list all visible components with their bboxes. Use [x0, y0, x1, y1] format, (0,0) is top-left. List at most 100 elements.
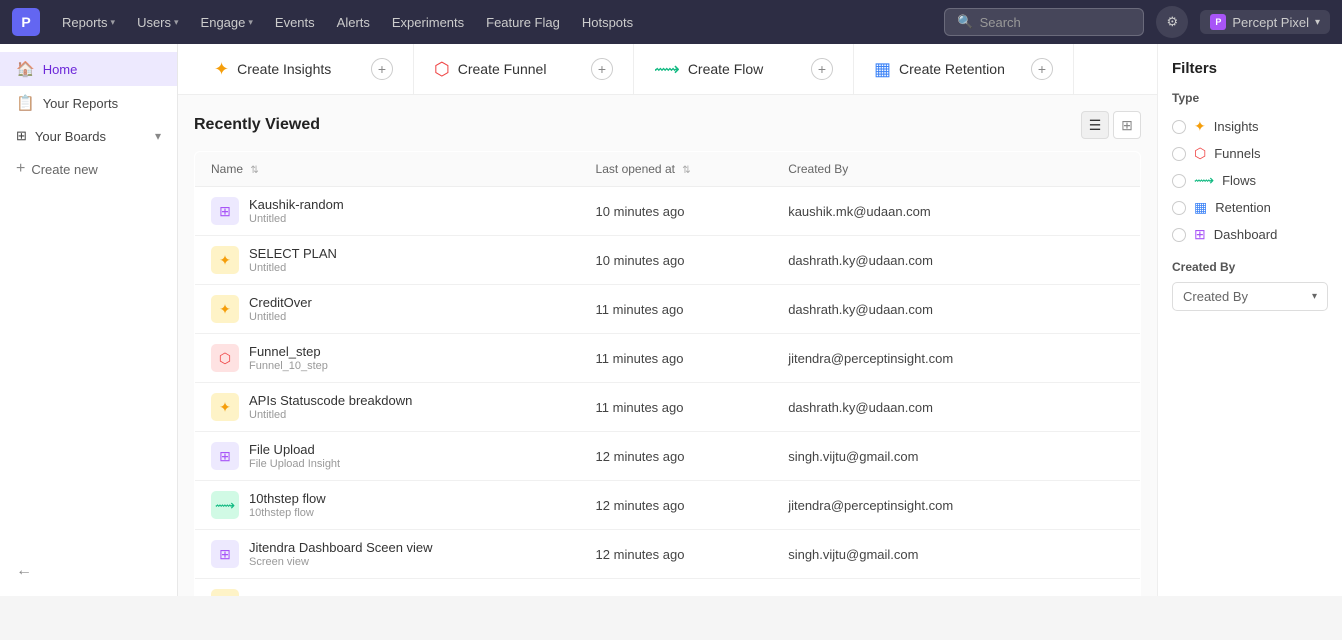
filter-type-dashboard[interactable]: ⊞ Dashboard [1172, 221, 1328, 248]
row-sub-name: Screen view [249, 556, 433, 568]
filter-type-insights[interactable]: ✦ Insights [1172, 113, 1328, 140]
row-sub-name: Untitled [249, 409, 412, 421]
nav-item-feature flag[interactable]: Feature Flag [476, 9, 570, 36]
row-name-cell: ✦ SELECT PLAN Untitled [211, 246, 564, 274]
row-last-opened: 11 minutes ago [580, 383, 773, 432]
create-insights-label: Create Insights [237, 61, 331, 77]
filters-panel: Filters Type ✦ Insights ⬡ Funnels ⟿ Flow… [1157, 44, 1342, 596]
list-view-toggle[interactable]: ☰ [1081, 111, 1109, 139]
table-row[interactable]: ⊞ Jitendra Dashboard Sceen view Screen v… [195, 530, 1141, 579]
create-flow-button[interactable]: ⟿ Create Flow + [634, 44, 854, 94]
boards-left: ⊞ Your Boards [16, 128, 106, 144]
filter-type-icon: ▦ [1194, 199, 1207, 216]
boards-icon: ⊞ [16, 128, 27, 144]
recently-viewed-table: Name ⇅ Last opened at ⇅ Created By ⊞ Kau… [194, 151, 1141, 596]
col-name: Name ⇅ [195, 152, 580, 187]
created-by-filter-title: Created By [1172, 260, 1328, 274]
row-created-by: singh.vijtu@gmail.com [772, 432, 1140, 481]
row-main-name: CreditOver [249, 295, 312, 310]
created-by-dropdown[interactable]: Created By ▾ [1172, 282, 1328, 311]
filter-type-label: Funnels [1214, 146, 1260, 161]
app-layout: 🏠 Home 📋 Your Reports ⊞ Your Boards ▾ + … [0, 44, 1342, 596]
search-bar[interactable]: 🔍 Search [944, 8, 1144, 36]
row-created-by: dashrath.ky@udaan.com [772, 236, 1140, 285]
sidebar-item-home[interactable]: 🏠 Home [0, 52, 177, 86]
brand-icon: P [1210, 14, 1226, 30]
row-main-name: SELECT PLAN [249, 246, 337, 261]
chevron-down-icon: ▾ [248, 17, 253, 28]
filter-checkbox[interactable] [1172, 174, 1186, 188]
row-last-opened: 12 minutes ago [580, 530, 773, 579]
row-created-by: kaushik.mk@udaan.com [772, 187, 1140, 236]
filter-checkbox[interactable] [1172, 201, 1186, 215]
table-row[interactable]: ⬡ Funnel_step Funnel_10_step 11 minutes … [195, 334, 1141, 383]
nav-item-hotspots[interactable]: Hotspots [572, 9, 643, 36]
create-funnel-plus[interactable]: + [591, 58, 613, 80]
row-last-opened: 12 minutes ago [580, 432, 773, 481]
boards-collapse-icon[interactable]: ▾ [155, 129, 161, 143]
nav-item-events[interactable]: Events [265, 9, 325, 36]
create-funnel-button[interactable]: ⬡ Create Funnel + [414, 44, 634, 94]
row-type-icon: ✦ [211, 589, 239, 596]
chevron-down-icon: ▾ [1315, 17, 1320, 28]
table-row[interactable]: ✦ Set an alert 16 minutes ago zeeshan.an… [195, 579, 1141, 597]
table-row[interactable]: ✦ APIs Statuscode breakdown Untitled 11 … [195, 383, 1141, 432]
table-row[interactable]: ✦ CreditOver Untitled 11 minutes ago das… [195, 285, 1141, 334]
nav-item-reports[interactable]: Reports▾ [52, 9, 125, 36]
create-retention-label: Create Retention [899, 61, 1005, 77]
nav-item-alerts[interactable]: Alerts [327, 9, 380, 36]
create-insights-button[interactable]: ✦ Create Insights + [194, 44, 414, 94]
filter-type-funnels[interactable]: ⬡ Funnels [1172, 140, 1328, 167]
row-name-cell: ⟿ 10thstep flow 10thstep flow [211, 491, 564, 519]
filter-type-flows[interactable]: ⟿ Flows [1172, 167, 1328, 194]
recently-viewed-header: Recently Viewed ☰ ⊞ [194, 111, 1141, 139]
filter-checkbox[interactable] [1172, 120, 1186, 134]
filter-checkbox[interactable] [1172, 147, 1186, 161]
main-content: ✦ Create Insights + ⬡ Create Funnel + ⟿ … [178, 44, 1157, 596]
row-created-by: dashrath.ky@udaan.com [772, 383, 1140, 432]
create-new-button[interactable]: + Create new [0, 152, 177, 186]
row-type-icon: ⊞ [211, 540, 239, 568]
filter-checkbox[interactable] [1172, 228, 1186, 242]
row-last-opened: 11 minutes ago [580, 285, 773, 334]
recently-viewed-title: Recently Viewed [194, 116, 320, 134]
create-new-label: Create new [31, 162, 97, 177]
sidebar-item-boards-label: Your Boards [35, 129, 106, 144]
table-row[interactable]: ⊞ Kaushik-random Untitled 10 minutes ago… [195, 187, 1141, 236]
brand-switcher[interactable]: P Percept Pixel ▾ [1200, 10, 1330, 34]
filter-type-retention[interactable]: ▦ Retention [1172, 194, 1328, 221]
nav-item-experiments[interactable]: Experiments [382, 9, 474, 36]
row-sub-name: File Upload Insight [249, 458, 340, 470]
row-type-icon: ✦ [211, 393, 239, 421]
create-retention-plus[interactable]: + [1031, 58, 1053, 80]
filter-type-icon: ⊞ [1194, 226, 1206, 243]
filter-type-icon: ✦ [1194, 118, 1206, 135]
type-filter-options: ✦ Insights ⬡ Funnels ⟿ Flows ▦ Retention… [1172, 113, 1328, 248]
reports-icon: 📋 [16, 94, 35, 112]
flow-icon: ⟿ [654, 59, 680, 80]
create-retention-button[interactable]: ▦ Create Retention + [854, 44, 1074, 94]
settings-button[interactable]: ⚙ [1156, 6, 1188, 38]
app-logo[interactable]: P [12, 8, 40, 36]
row-type-icon: ✦ [211, 295, 239, 323]
row-last-opened: 16 minutes ago [580, 579, 773, 597]
row-type-icon: ⬡ [211, 344, 239, 372]
sidebar-item-your-reports[interactable]: 📋 Your Reports [0, 86, 177, 120]
grid-view-toggle[interactable]: ⊞ [1113, 111, 1141, 139]
table-row[interactable]: ✦ SELECT PLAN Untitled 10 minutes ago da… [195, 236, 1141, 285]
sidebar-collapse-button[interactable]: ← [0, 554, 177, 588]
create-insights-plus[interactable]: + [371, 58, 393, 80]
row-sub-name: Untitled [249, 262, 337, 274]
filter-type-label: Flows [1222, 173, 1256, 188]
sort-icon: ⇅ [250, 165, 258, 176]
table-row[interactable]: ⊞ File Upload File Upload Insight 12 min… [195, 432, 1141, 481]
create-flow-plus[interactable]: + [811, 58, 833, 80]
row-name-cell: ⊞ Kaushik-random Untitled [211, 197, 564, 225]
row-main-name: Kaushik-random [249, 197, 344, 212]
sidebar-item-your-boards[interactable]: ⊞ Your Boards ▾ [0, 120, 177, 152]
table-row[interactable]: ⟿ 10thstep flow 10thstep flow 12 minutes… [195, 481, 1141, 530]
row-sub-name: Untitled [249, 213, 344, 225]
row-last-opened: 10 minutes ago [580, 187, 773, 236]
nav-item-users[interactable]: Users▾ [127, 9, 188, 36]
nav-item-engage[interactable]: Engage▾ [191, 9, 263, 36]
